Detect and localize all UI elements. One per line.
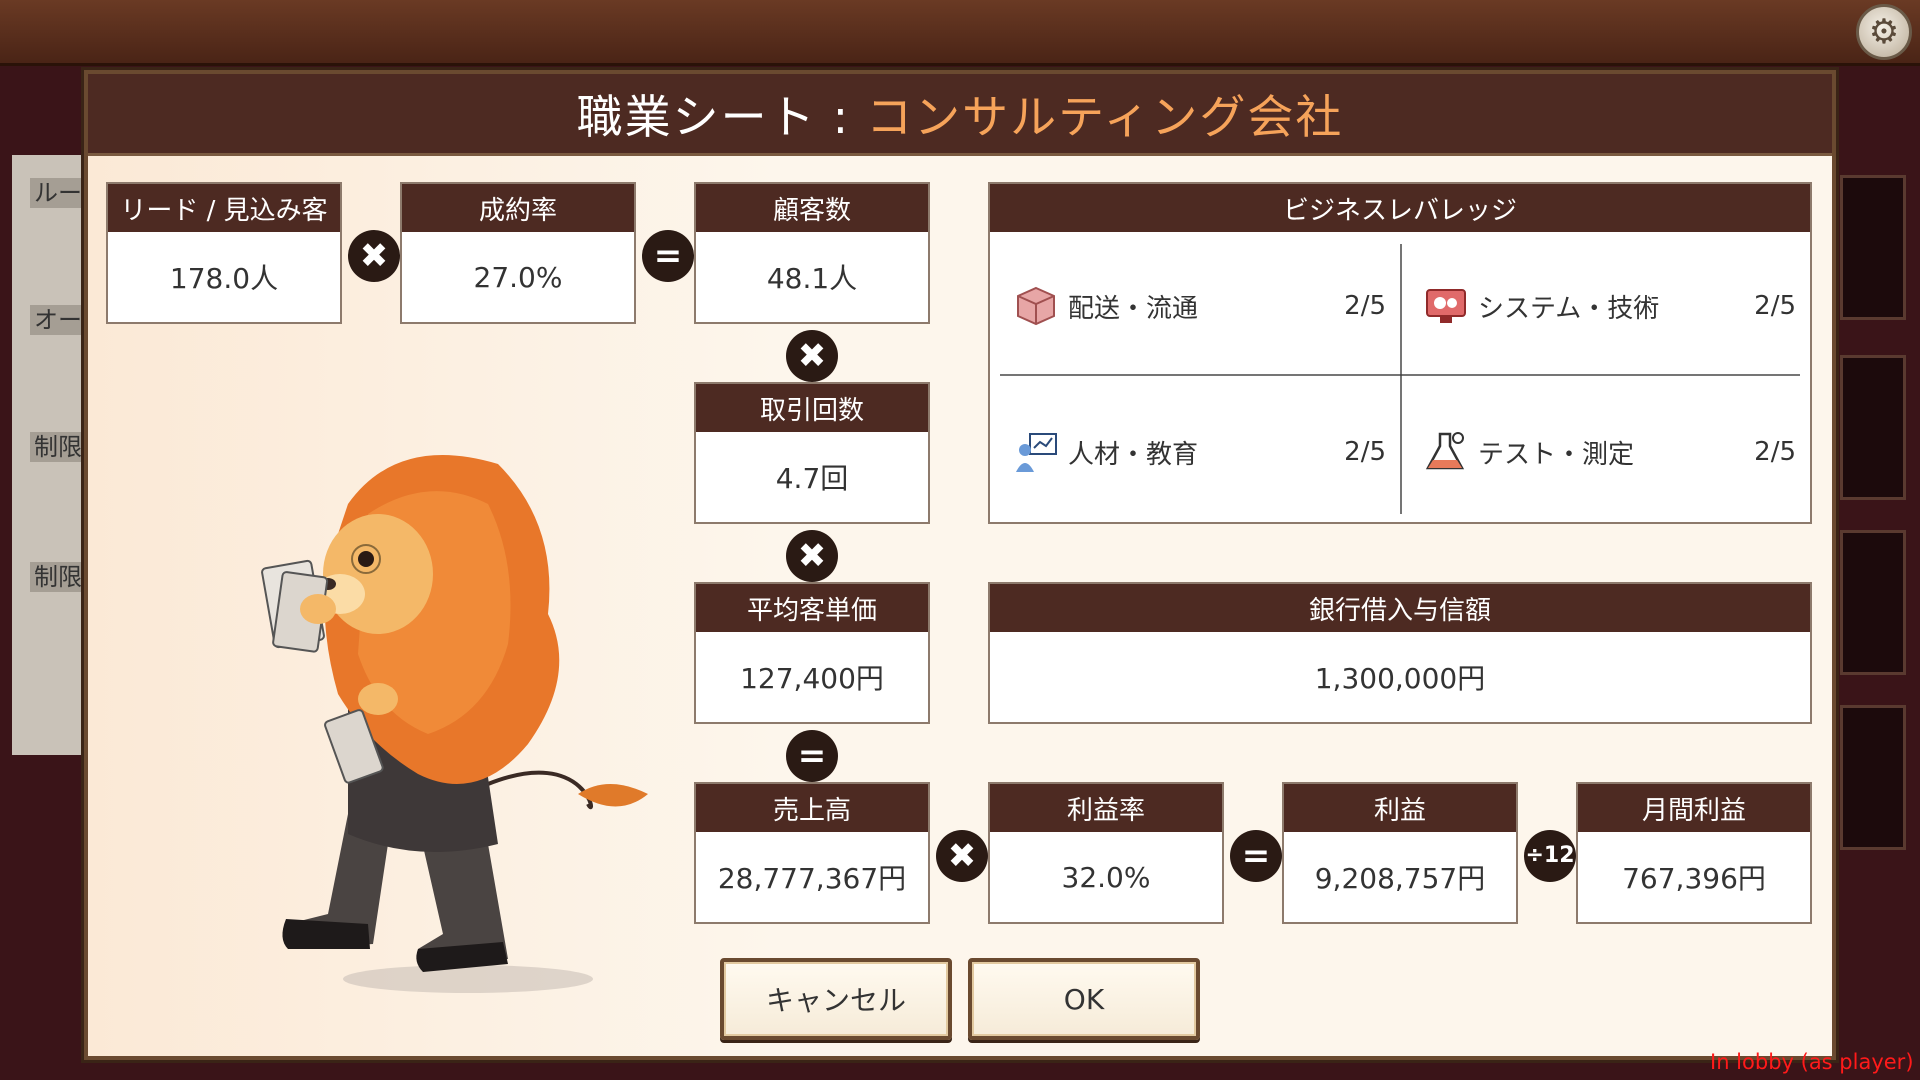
leverage-label: システム・技術 bbox=[1478, 293, 1660, 324]
lobby-label-limit-2: 制限 bbox=[30, 562, 90, 592]
leverage-label: 人材・教育 bbox=[1068, 439, 1199, 470]
transactions-label: 取引回数 bbox=[696, 384, 928, 432]
ok-button[interactable]: OK bbox=[968, 958, 1200, 1040]
lobby-label-rule: ルー bbox=[30, 178, 90, 208]
average-price-label: 平均客単価 bbox=[696, 584, 928, 632]
equals-icon: = bbox=[1230, 830, 1282, 882]
lobby-slot bbox=[1840, 705, 1906, 850]
lobby-label-limit: 制限 bbox=[30, 432, 90, 462]
bank-credit-panel: 銀行借入与信額 1,300,000円 bbox=[988, 582, 1812, 724]
lion-businessman-illustration bbox=[261, 455, 648, 993]
business-leverage-panel: ビジネスレバレッジ 配送・流通 2/5 システム・技術 2/5 人材・教育 2/… bbox=[988, 182, 1812, 524]
equals-icon: = bbox=[642, 230, 694, 282]
teacher-icon bbox=[1012, 428, 1060, 476]
divide-by-12-icon: ÷12 bbox=[1524, 830, 1576, 882]
average-price-card: 平均客単価 127,400円 bbox=[694, 582, 930, 724]
monthly-profit-card: 月間利益 767,396円 bbox=[1576, 782, 1812, 924]
dialog-title: 職業シート: コンサルティング会社 bbox=[577, 81, 1344, 147]
leverage-level: 2/5 bbox=[1754, 437, 1796, 467]
sales-value: 28,777,367円 bbox=[717, 862, 907, 895]
monthly-profit-label: 月間利益 bbox=[1578, 784, 1810, 832]
profit-label: 利益 bbox=[1284, 784, 1516, 832]
multiply-icon: ✖ bbox=[348, 230, 400, 282]
dialog-title-prefix: 職業シート bbox=[576, 89, 817, 144]
leverage-label: テスト・測定 bbox=[1478, 439, 1635, 470]
equals-icon: = bbox=[786, 730, 838, 782]
leads-value: 178.0人 bbox=[169, 262, 279, 295]
conversion-rate-label: 成約率 bbox=[402, 184, 634, 232]
leverage-level: 2/5 bbox=[1754, 291, 1796, 321]
leverage-level: 2/5 bbox=[1344, 291, 1386, 321]
leverage-label: 配送・流通 bbox=[1068, 293, 1199, 324]
sales-label: 売上高 bbox=[696, 784, 928, 832]
leverage-item-delivery[interactable]: 配送・流通 2/5 bbox=[1012, 276, 1386, 336]
transactions-card: 取引回数 4.7回 bbox=[694, 382, 930, 524]
lobby-slot bbox=[1840, 530, 1906, 675]
settings-gear-icon[interactable]: ⚙ bbox=[1856, 4, 1912, 60]
box-icon bbox=[1012, 282, 1060, 330]
flask-icon bbox=[1422, 428, 1470, 476]
business-leverage-title: ビジネスレバレッジ bbox=[990, 184, 1810, 232]
lobby-slot bbox=[1840, 175, 1906, 320]
transactions-value: 4.7回 bbox=[775, 462, 849, 495]
customers-card: 顧客数 48.1人 bbox=[694, 182, 930, 324]
sales-card: 売上高 28,777,367円 bbox=[694, 782, 930, 924]
dialog-title-job: コンサルティング会社 bbox=[866, 89, 1344, 144]
lobby-label-owner: オー bbox=[30, 305, 90, 335]
bank-credit-label: 銀行借入与信額 bbox=[990, 584, 1810, 632]
average-price-value: 127,400円 bbox=[740, 662, 884, 695]
conversion-rate-card: 成約率 27.0% bbox=[400, 182, 636, 324]
monitor-gear-icon bbox=[1422, 282, 1470, 330]
lobby-status-text: In lobby (as player) bbox=[1710, 1050, 1914, 1074]
leverage-item-system[interactable]: システム・技術 2/5 bbox=[1422, 276, 1796, 336]
bank-credit-value: 1,300,000円 bbox=[1314, 662, 1486, 695]
top-bar bbox=[0, 0, 1920, 66]
profit-card: 利益 9,208,757円 bbox=[1282, 782, 1518, 924]
leads-card: リード / 見込み客 178.0人 bbox=[106, 182, 342, 324]
dialog-title-separator: : bbox=[832, 89, 851, 144]
multiply-icon: ✖ bbox=[786, 330, 838, 382]
multiply-icon: ✖ bbox=[936, 830, 988, 882]
leverage-item-test[interactable]: テスト・測定 2/5 bbox=[1422, 422, 1796, 482]
multiply-icon: ✖ bbox=[786, 530, 838, 582]
leverage-item-hr[interactable]: 人材・教育 2/5 bbox=[1012, 422, 1386, 482]
dialog-title-bar: 職業シート: コンサルティング会社 bbox=[88, 74, 1832, 156]
customers-label: 顧客数 bbox=[696, 184, 928, 232]
divider bbox=[1400, 244, 1402, 514]
customers-value: 48.1人 bbox=[766, 262, 858, 295]
lobby-slot bbox=[1840, 355, 1906, 500]
leads-label: リード / 見込み客 bbox=[108, 184, 340, 232]
cancel-button[interactable]: キャンセル bbox=[720, 958, 952, 1040]
monthly-profit-value: 767,396円 bbox=[1622, 862, 1766, 895]
profit-value: 9,208,757円 bbox=[1314, 862, 1486, 895]
profit-rate-card: 利益率 32.0% bbox=[988, 782, 1224, 924]
conversion-rate-value: 27.0% bbox=[473, 260, 563, 294]
profit-rate-value: 32.0% bbox=[1061, 860, 1151, 894]
leverage-level: 2/5 bbox=[1344, 437, 1386, 467]
job-sheet-dialog: 職業シート: コンサルティング会社 リード / 見込み客 178.0人 ✖ 成約… bbox=[84, 70, 1836, 1060]
profit-rate-label: 利益率 bbox=[990, 784, 1222, 832]
